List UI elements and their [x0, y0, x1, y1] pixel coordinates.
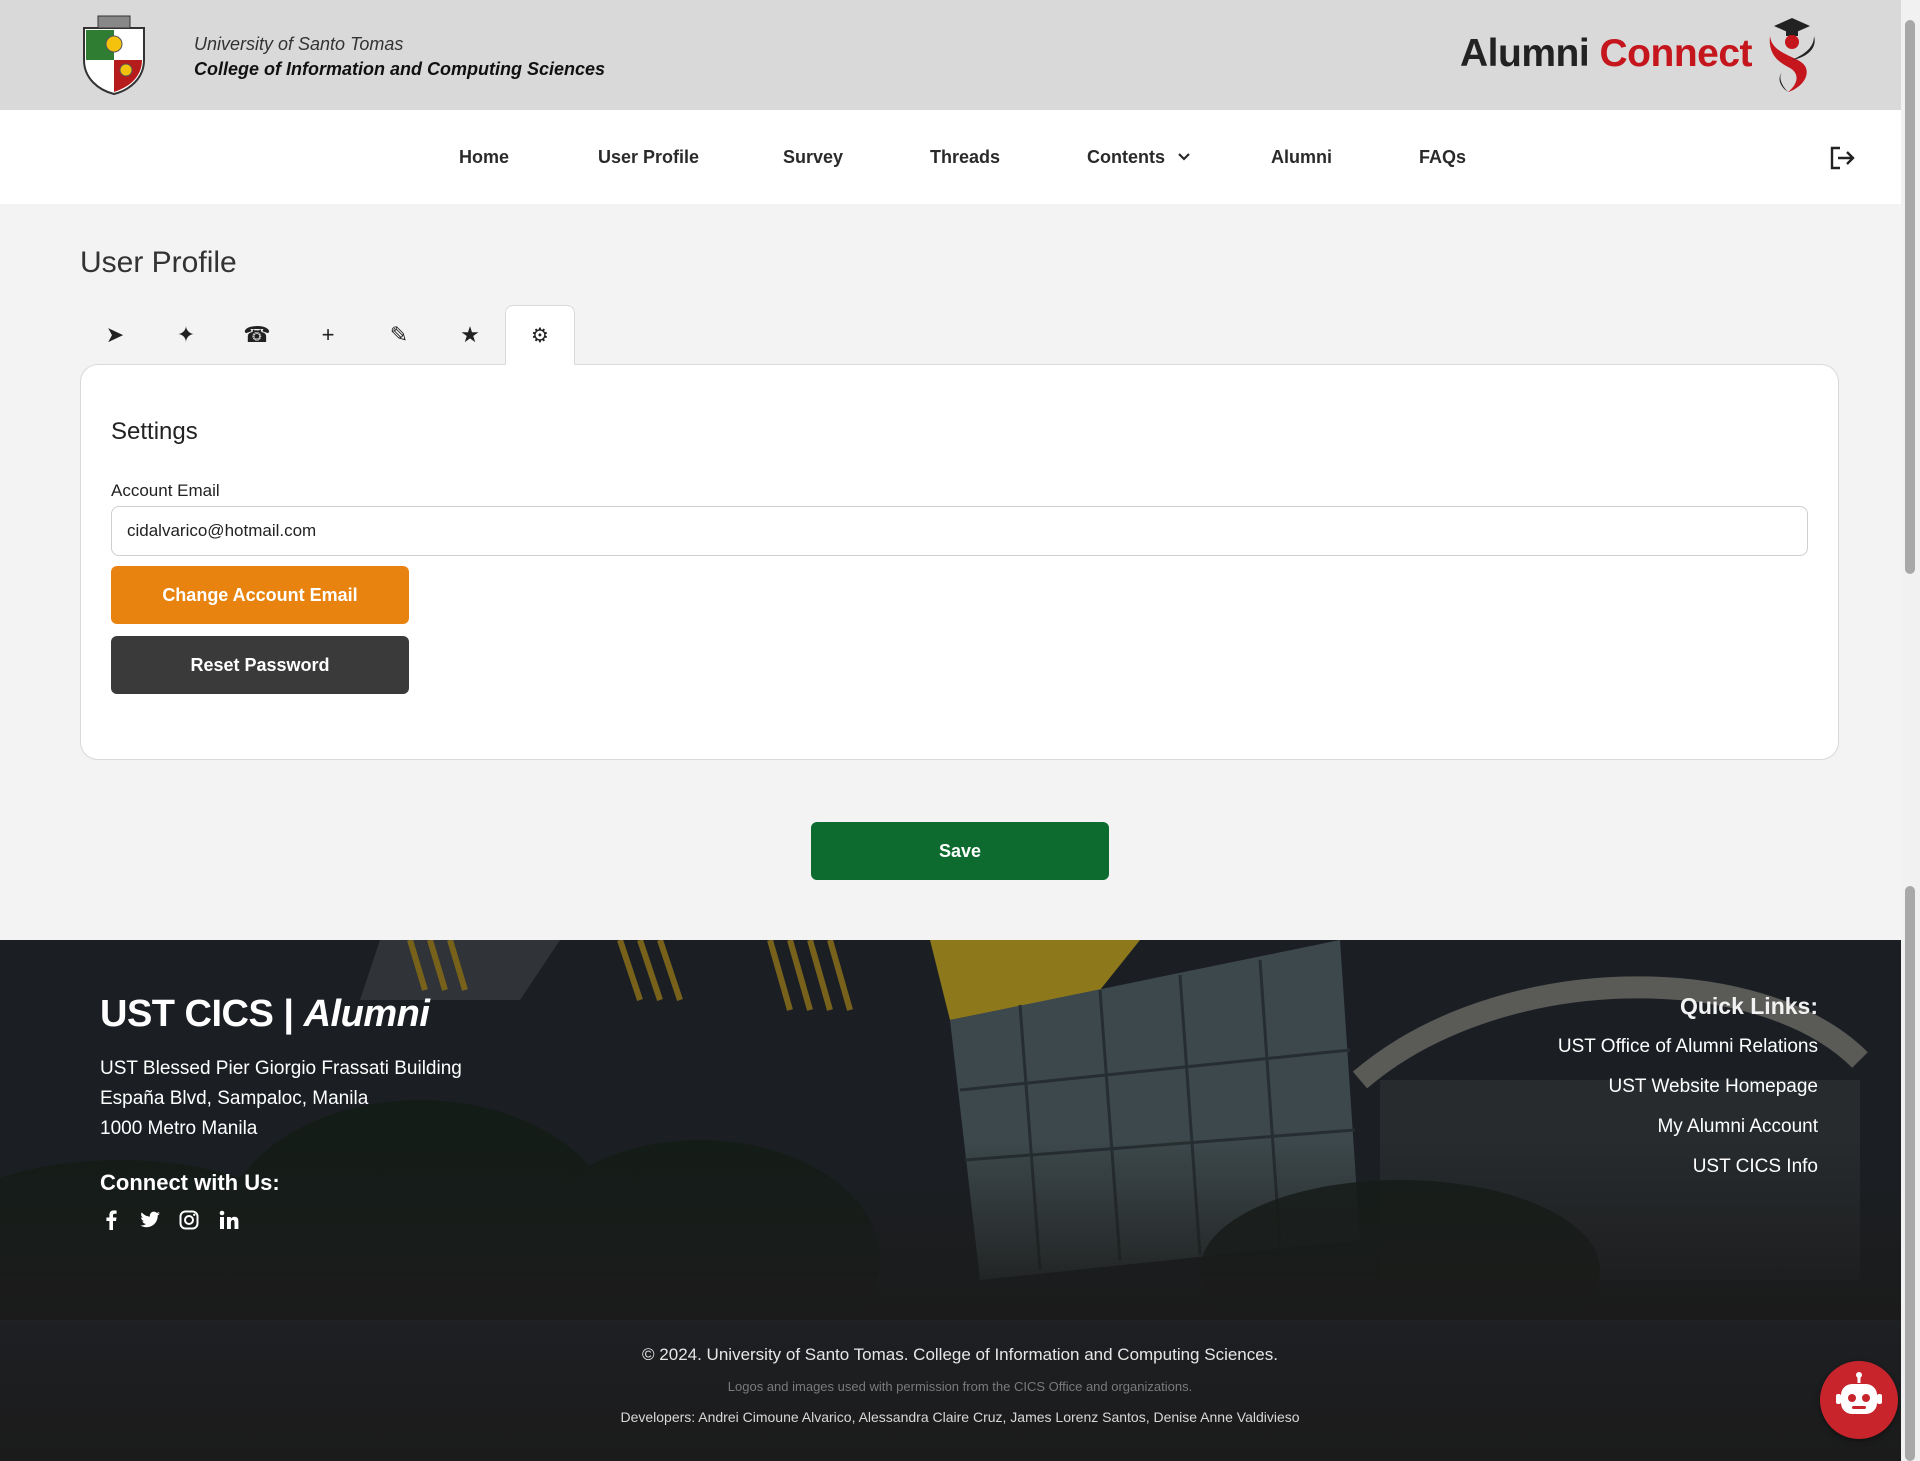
main-nav: Home User Profile Survey Threads Content… — [0, 110, 1901, 204]
tab-contact[interactable]: ☎ — [222, 305, 292, 365]
account-email-label: Account Email — [111, 481, 220, 500]
plus-icon: + — [321, 322, 335, 347]
quick-link-alumni-relations[interactable]: UST Office of Alumni Relations — [1558, 1036, 1818, 1058]
address-line: UST Blessed Pier Giorgio Frassati Buildi… — [100, 1058, 462, 1079]
reset-password-button[interactable]: Reset Password — [111, 636, 409, 694]
telephone-icon: ☎ — [243, 322, 271, 347]
account-email-field[interactable] — [111, 506, 1808, 556]
facebook-icon[interactable] — [99, 1208, 123, 1232]
logout-icon[interactable] — [1830, 146, 1856, 170]
page-title: User Profile — [80, 246, 237, 279]
scrollbar-thumb-lower[interactable] — [1905, 886, 1915, 1461]
nav-threads[interactable]: Threads — [930, 110, 1000, 204]
developers-text: Developers: Andrei Cimoune Alvarico, Ale… — [620, 1409, 1300, 1425]
footer-title-italic: Alumni — [303, 993, 430, 1035]
nav-contents-label: Contents — [1087, 147, 1165, 167]
ust-crest-logo — [83, 15, 145, 96]
top-banner: University of Santo Tomas College of Inf… — [0, 0, 1901, 110]
quick-links-title: Quick Links: — [1679, 993, 1818, 1019]
footer: UST CICS | Alumni UST Blessed Pier Giorg… — [0, 940, 1901, 1461]
gear-icon: ⚙ — [531, 324, 549, 347]
tab-edit[interactable]: ✎ — [364, 305, 434, 365]
nav-user-profile[interactable]: User Profile — [598, 110, 699, 204]
address-line: 1000 Metro Manila — [100, 1118, 258, 1139]
send-icon: ➤ — [105, 322, 125, 347]
nav-home[interactable]: Home — [459, 110, 509, 204]
pencil-icon: ✎ — [389, 322, 409, 347]
brand-title-part2: Connect — [1599, 32, 1753, 75]
profile-tabs: ➤ ✦ ☎ + ✎ ★ ⚙ — [80, 305, 1840, 365]
chevron-down-icon — [1178, 153, 1190, 161]
quick-link-ust-homepage[interactable]: UST Website Homepage — [1609, 1076, 1818, 1098]
robot-icon — [1836, 1372, 1882, 1414]
sparkle-icon: ✦ — [176, 322, 196, 347]
brand-title: Alumni Connect — [1460, 32, 1753, 76]
chatbot-button[interactable] — [1820, 1361, 1898, 1439]
instagram-icon[interactable] — [177, 1208, 201, 1232]
address-line: España Blvd, Sampaloc, Manila — [100, 1088, 369, 1109]
nav-faqs[interactable]: FAQs — [1419, 110, 1466, 204]
nav-survey[interactable]: Survey — [783, 110, 843, 204]
permission-text: Logos and images used with permission fr… — [727, 1379, 1193, 1394]
tab-send[interactable]: ➤ — [80, 305, 150, 365]
tab-achievements[interactable]: ★ — [435, 305, 505, 365]
settings-card: Settings Account Email Change Account Em… — [80, 364, 1839, 760]
footer-title-main: UST CICS | — [100, 993, 294, 1035]
footer-title: UST CICS | Alumni — [100, 993, 430, 1036]
tab-settings[interactable]: ⚙ — [505, 305, 575, 365]
college-name: College of Information and Computing Sci… — [194, 59, 606, 79]
connect-title: Connect with Us: — [100, 1170, 280, 1195]
alumni-connect-logo — [1769, 18, 1815, 92]
save-button[interactable]: Save — [811, 822, 1109, 880]
twitter-icon[interactable] — [138, 1208, 162, 1232]
star-icon: ★ — [460, 322, 480, 347]
settings-title: Settings — [111, 418, 198, 445]
nav-alumni[interactable]: Alumni — [1271, 110, 1332, 204]
nav-contents[interactable]: Contents — [1087, 110, 1192, 204]
copyright-text: © 2024. University of Santo Tomas. Colle… — [642, 1345, 1278, 1364]
brand-title-part1: Alumni — [1460, 32, 1590, 75]
university-name: University of Santo Tomas — [194, 34, 404, 54]
quick-link-cics-info[interactable]: UST CICS Info — [1693, 1156, 1818, 1178]
scrollbar-thumb[interactable] — [1905, 20, 1915, 574]
change-account-email-button[interactable]: Change Account Email — [111, 566, 409, 624]
tab-add[interactable]: + — [293, 305, 363, 365]
tab-sparkle[interactable]: ✦ — [151, 305, 221, 365]
linkedin-icon[interactable] — [217, 1208, 241, 1232]
quick-link-my-alumni-account[interactable]: My Alumni Account — [1657, 1116, 1818, 1138]
